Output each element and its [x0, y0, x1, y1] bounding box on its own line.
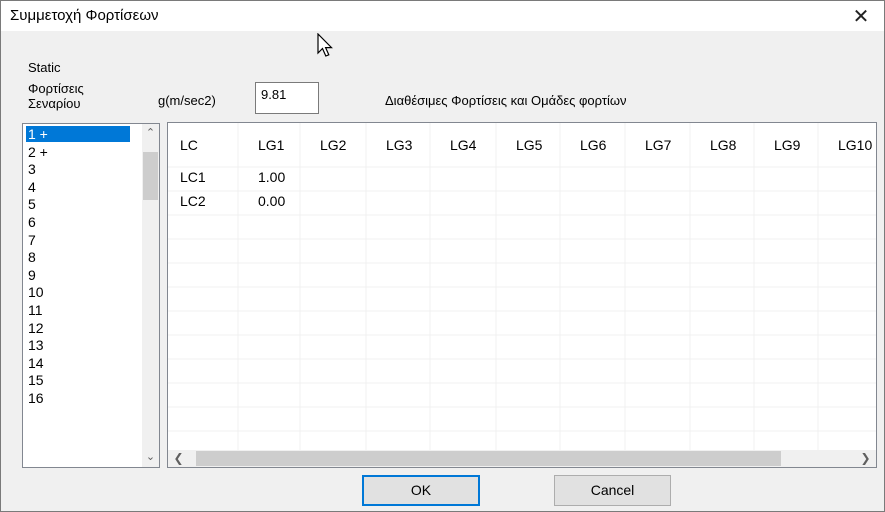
- scroll-right-icon[interactable]: ❯: [857, 450, 874, 467]
- grid-column-header: LG1: [258, 137, 285, 153]
- scroll-down-icon[interactable]: ⌄: [142, 449, 159, 466]
- g-input[interactable]: 9.81: [255, 82, 319, 114]
- grid-row-lc[interactable]: LC1: [180, 167, 206, 187]
- scenario-list-item[interactable]: 9: [26, 267, 130, 283]
- scenario-label-line1: Φορτίσεις: [28, 81, 84, 96]
- g-label: g(m/sec2): [158, 93, 216, 108]
- available-loads-label: Διαθέσιμες Φορτίσεις και Ομάδες φορτίων: [385, 93, 627, 108]
- mouse-cursor-icon: [317, 33, 333, 57]
- grid-row-lc[interactable]: LC2: [180, 191, 206, 211]
- scenario-list-item[interactable]: 8: [26, 249, 130, 265]
- load-groups-grid[interactable]: LC LG1 LG2 LG3 LG4 LG5 LG6 LG7 LG8 LG9 LG10 LC1 1.00…: [167, 122, 877, 468]
- window-title: Συμμετοχή Φορτίσεων: [10, 7, 159, 24]
- scenario-list-item[interactable]: 7: [26, 232, 130, 248]
- list-scroll-thumb[interactable]: [143, 152, 158, 200]
- scenario-list-item[interactable]: 13: [26, 337, 130, 353]
- grid-cell-lg1[interactable]: 1.00: [258, 167, 285, 187]
- grid-column-header: LG3: [386, 137, 413, 153]
- grid-scroll-thumb[interactable]: [196, 451, 781, 466]
- grid-column-header: LG2: [320, 137, 347, 153]
- grid-column-header: LG8: [710, 137, 737, 153]
- scenario-list-item[interactable]: 12: [26, 320, 130, 336]
- scenario-list-item[interactable]: 16: [26, 390, 130, 406]
- dialog-window: Συμμετοχή Φορτίσεων ✕ Static Φορτίσεις Σ…: [0, 0, 885, 512]
- close-icon[interactable]: ✕: [838, 1, 884, 31]
- scenario-list-item[interactable]: 3: [26, 161, 130, 177]
- grid-cell-lg1[interactable]: 0.00: [258, 191, 285, 211]
- grid-column-header: LG7: [645, 137, 672, 153]
- scroll-left-icon[interactable]: ❮: [170, 450, 187, 467]
- static-label: Static: [28, 60, 61, 75]
- scenario-list-item[interactable]: 1 +: [25, 125, 131, 143]
- cancel-button[interactable]: Cancel: [554, 475, 671, 506]
- scenario-list-item[interactable]: 6: [26, 214, 130, 230]
- scenario-list-item[interactable]: 5: [26, 196, 130, 212]
- scenario-list-item[interactable]: 14: [26, 355, 130, 371]
- grid-column-header: LG9: [774, 137, 801, 153]
- grid-column-header: LG10: [838, 137, 873, 153]
- grid-column-header: LC: [180, 137, 198, 153]
- scenario-list-item[interactable]: 11: [26, 302, 130, 318]
- scenario-list-item[interactable]: 4: [26, 179, 130, 195]
- scenario-listbox[interactable]: 1 +2 +3 4 5 6 7 8 9 10 11 12 13 14 15 16 ⌃ ⌄: [22, 123, 160, 468]
- list-vertical-scrollbar[interactable]: ⌃ ⌄: [142, 124, 159, 467]
- scenario-list-item[interactable]: 15: [26, 372, 130, 388]
- grid-column-header: LG4: [450, 137, 477, 153]
- grid-column-header: LG6: [580, 137, 607, 153]
- scenario-label-line2: Σεναρίου: [28, 96, 81, 111]
- scroll-up-icon[interactable]: ⌃: [142, 125, 159, 142]
- grid-horizontal-scrollbar[interactable]: ❮ ❯: [168, 450, 876, 467]
- grid-column-header: LG5: [516, 137, 543, 153]
- scenario-list-item[interactable]: 2 +: [26, 144, 130, 160]
- scenario-list-item[interactable]: 10: [26, 284, 130, 300]
- title-bar: Συμμετοχή Φορτίσεων ✕: [1, 1, 884, 31]
- ok-button[interactable]: OK: [362, 475, 480, 506]
